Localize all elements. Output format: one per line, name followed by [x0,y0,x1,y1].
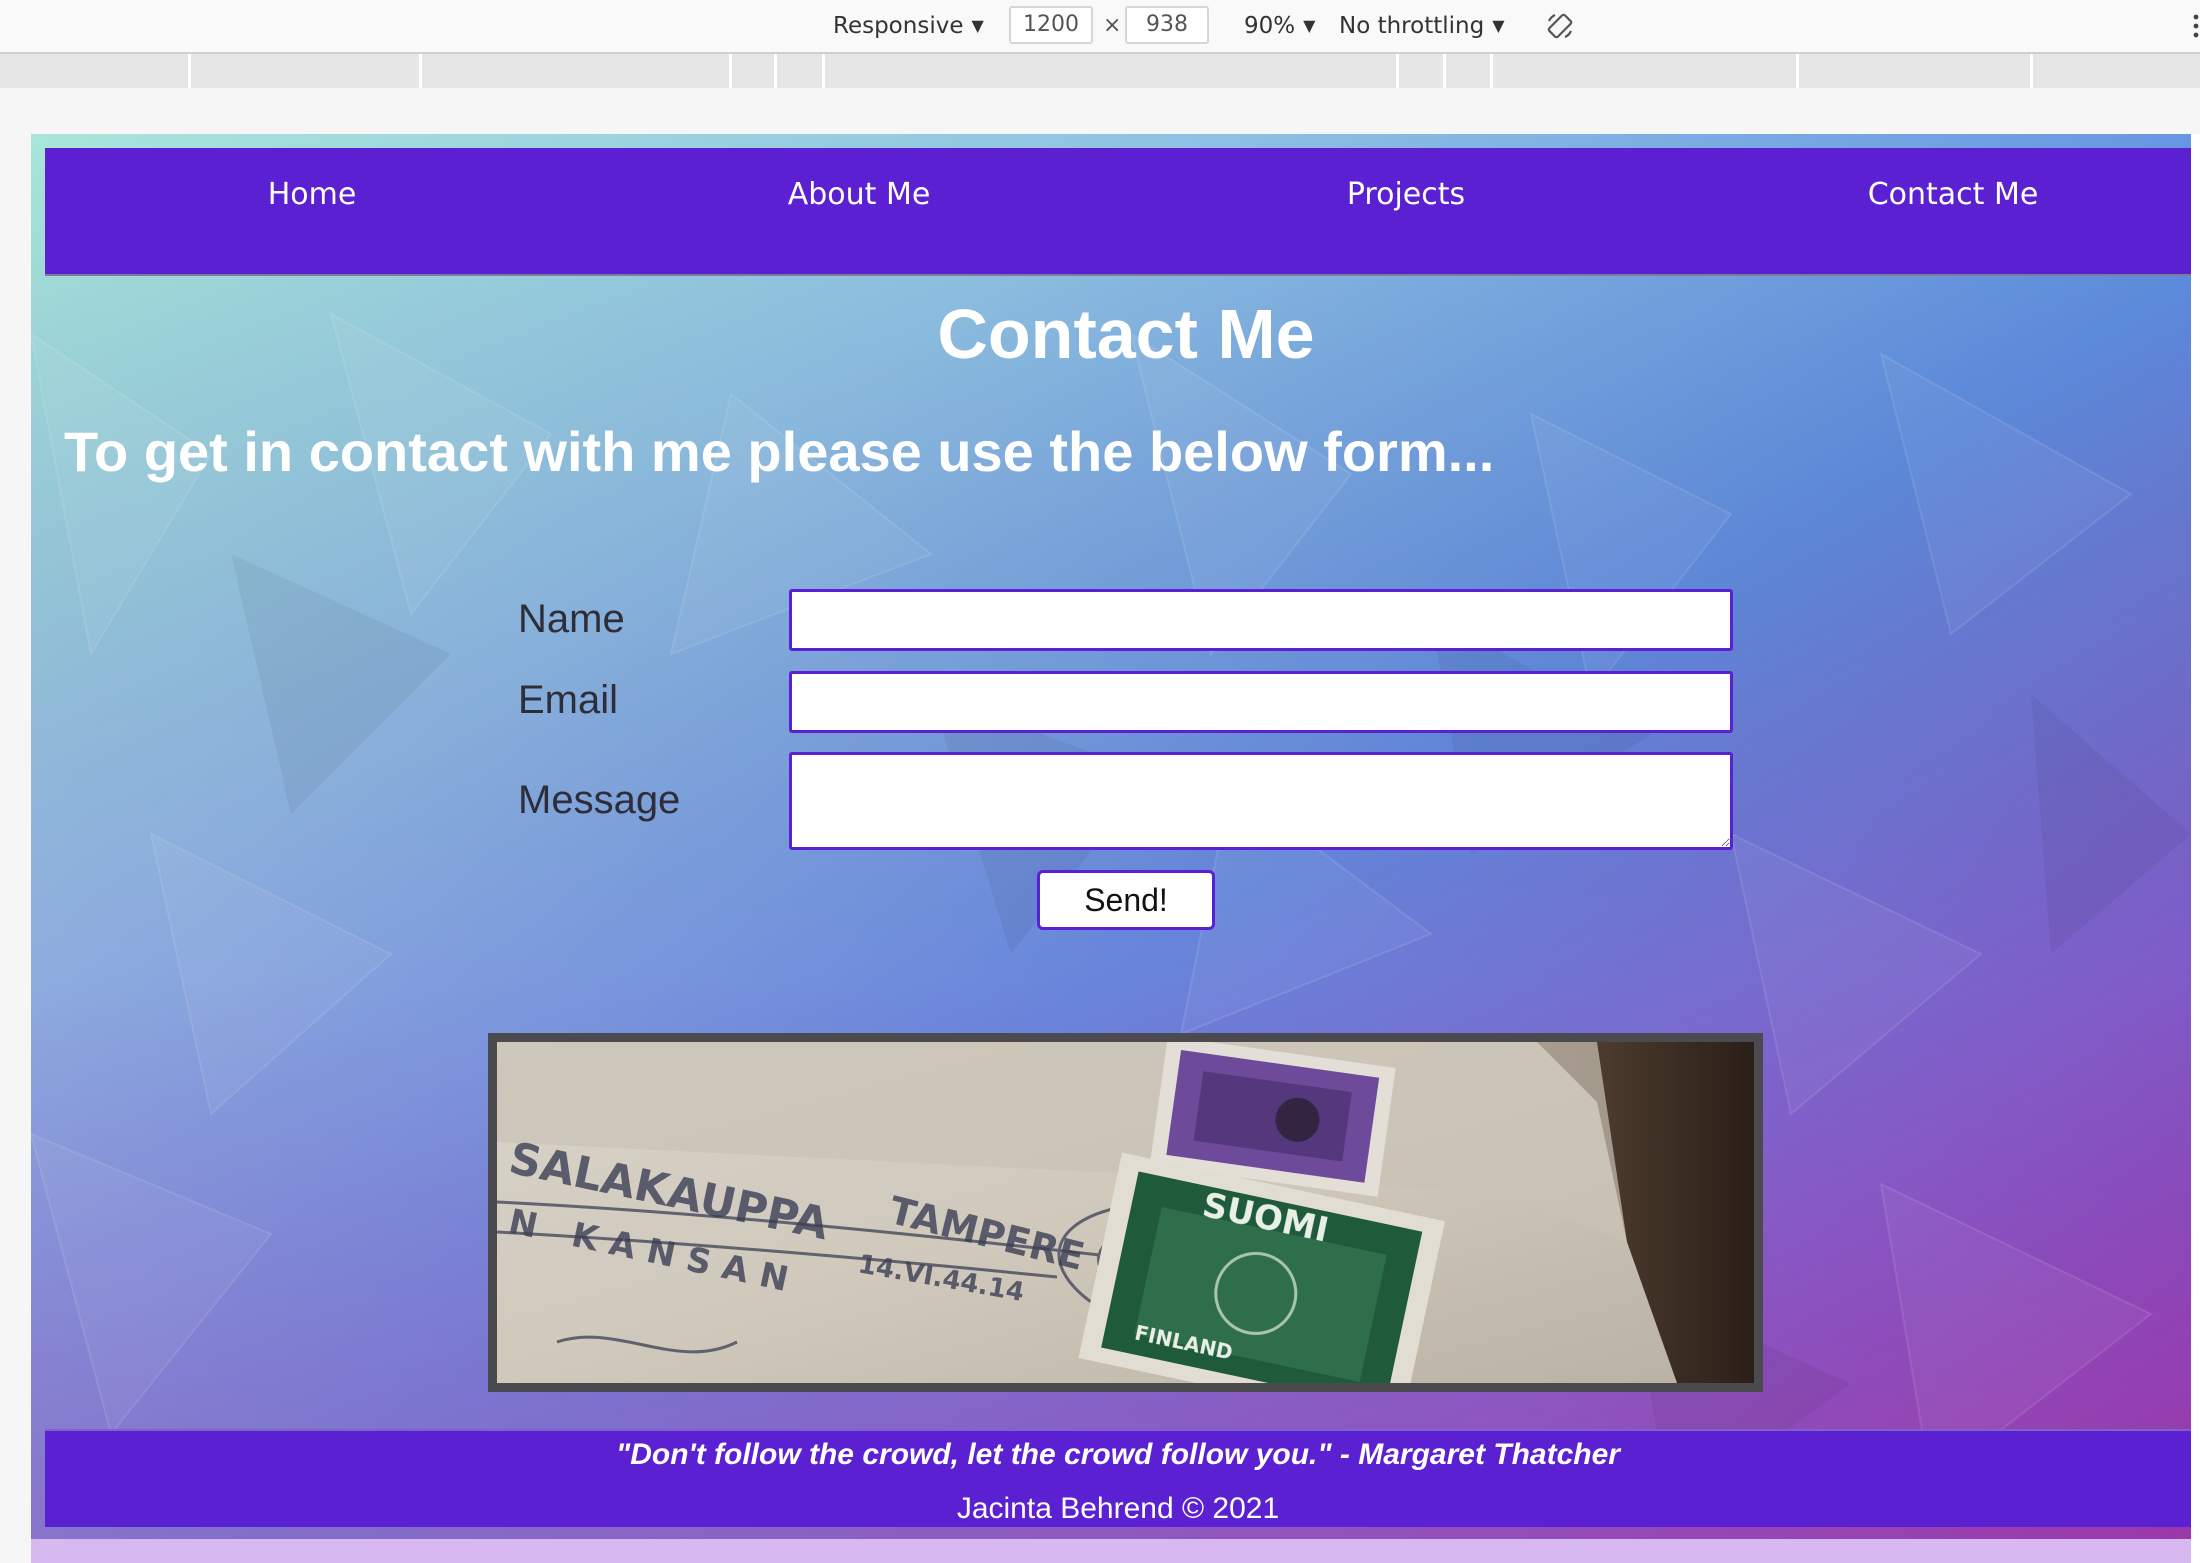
footer-quote: "Don't follow the crowd, let the crowd f… [616,1438,1620,1471]
dimension-separator: × [1103,13,1122,38]
ruler-divider [774,54,777,88]
page-viewport: Home About Me Projects Contact Me Contac… [31,134,2191,1563]
stamps-photo: SALAKAUPPA N KANSAN TAMPERE 14.VI.44.14 … [488,1033,1763,1392]
devtools-canvas-gap [0,88,2200,134]
media-query-bar[interactable] [0,54,2200,88]
page-title: Contact Me [937,295,1315,373]
page-bottom-strip [31,1539,2191,1563]
viewport-height-input[interactable]: 938 [1125,6,1209,44]
rotate-icon[interactable] [1546,12,1574,40]
message-label: Message [518,778,681,822]
chevron-down-icon: ▼ [1303,16,1316,35]
nav-about-me[interactable]: About Me [788,148,931,242]
ruler-divider [1796,54,1799,88]
ruler-divider [822,54,825,88]
main-navbar: Home About Me Projects Contact Me [45,148,2191,276]
intro-heading: To get in contact with me please use the… [64,420,1495,483]
page-footer: "Don't follow the crowd, let the crowd f… [45,1429,2191,1527]
nav-projects[interactable]: Projects [1347,148,1465,242]
ruler-divider [2030,54,2033,88]
zoom-selector[interactable]: 90% ▼ [1244,10,1315,42]
device-selector[interactable]: Responsive ▼ [833,10,984,42]
devtools-canvas-margin [0,134,31,1563]
envelope-stamps-image: SALAKAUPPA N KANSAN TAMPERE 14.VI.44.14 … [497,1042,1754,1383]
ruler-divider [1490,54,1493,88]
email-label: Email [518,678,619,722]
chevron-down-icon: ▼ [1492,16,1505,35]
ruler-divider [1443,54,1446,88]
devtools-toolbar: Responsive ▼ 1200 × 938 90% ▼ No throttl… [0,0,2200,54]
viewport-width-input[interactable]: 1200 [1009,6,1093,44]
ruler-divider [188,54,191,88]
ruler-divider [1396,54,1399,88]
ruler-divider [729,54,732,88]
nav-home[interactable]: Home [268,148,357,242]
zoom-label: 90% [1244,13,1296,39]
ruler-divider [419,54,422,88]
chevron-down-icon: ▼ [971,16,984,35]
throttling-label: No throttling [1339,13,1485,39]
send-button[interactable]: Send! [1037,870,1215,930]
nav-contact-me[interactable]: Contact Me [1868,148,2039,242]
more-options-icon[interactable] [2192,12,2200,40]
name-label: Name [518,597,625,641]
email-input[interactable] [789,671,1733,733]
throttling-selector[interactable]: No throttling ▼ [1339,10,1505,42]
footer-copyright: Jacinta Behrend © 2021 [956,1492,1280,1525]
name-input[interactable] [789,589,1733,651]
message-textarea[interactable] [789,752,1733,850]
device-label: Responsive [833,13,964,39]
